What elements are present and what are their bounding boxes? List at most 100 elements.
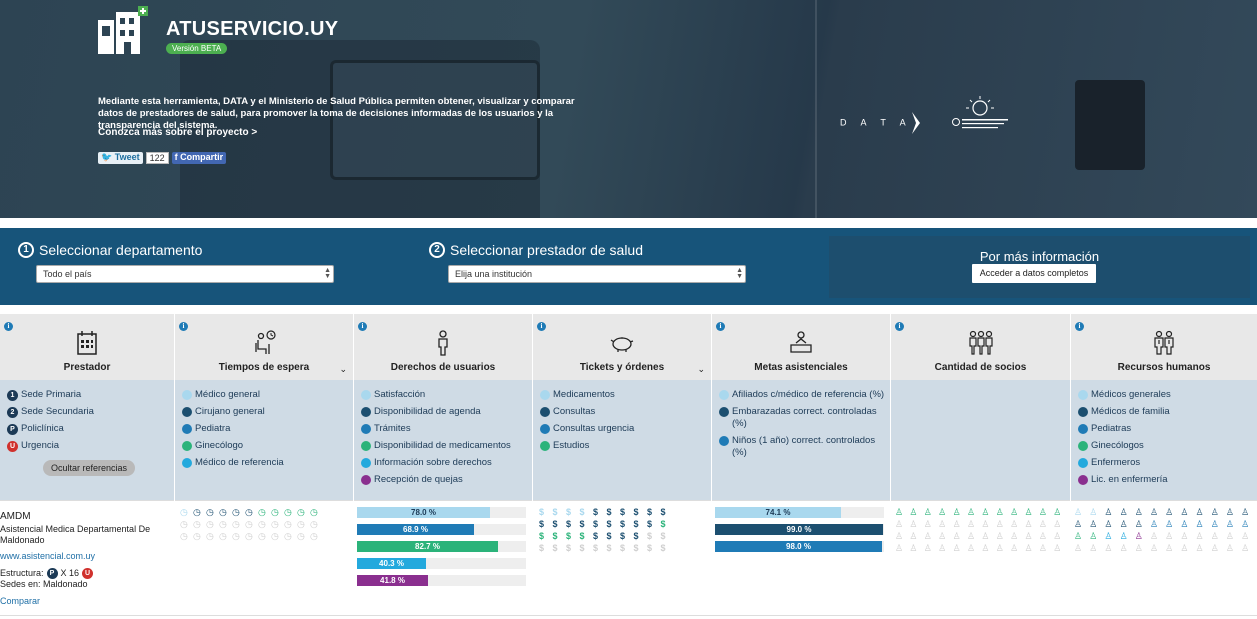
legend-swatch [719, 407, 729, 417]
dollar-glyph: $ [552, 519, 558, 529]
header-label[interactable]: Derechos de usuarios [354, 362, 532, 373]
rrhh-glyph: ♙ [1225, 543, 1234, 553]
dollar-glyph: $ [566, 507, 572, 517]
share-bar: 🐦 Tweet 122 f Compartir [98, 152, 227, 164]
project-link[interactable]: Conozca más sobre el proyecto > [98, 127, 257, 138]
legend-label: Recepción de quejas [374, 474, 463, 485]
info-icon[interactable]: i [716, 322, 725, 331]
bar-afiliados[interactable]: 74.1 % [715, 507, 884, 518]
info-icon[interactable]: i [4, 322, 13, 331]
chevron-down-icon[interactable]: ⌄ [339, 364, 347, 375]
legend-item: Satisfacción [361, 389, 532, 401]
header-label[interactable]: Cantidad de socios [891, 362, 1070, 373]
header-tiempos: i Tiempos de espera ⌄ [175, 314, 353, 380]
header-prestador: i Prestador [0, 314, 174, 380]
legend-item: Médicos generales [1078, 389, 1257, 401]
socios-glyph: ♙ [1038, 543, 1047, 553]
rrhh-glyph: ♙ [1195, 543, 1204, 553]
beta-badge: Versión BETA [166, 43, 228, 54]
clock-glyph: ◷ [219, 507, 227, 517]
rrhh-glyph: ♙ [1074, 531, 1083, 541]
dollar-glyph: $ [647, 519, 653, 529]
dollar-glyph: $ [647, 543, 653, 553]
header-metas: i Metas asistenciales [712, 314, 890, 380]
legend-item: Medicamentos [540, 389, 711, 401]
legend-item: Afiliados c/médico de referencia (%) [719, 389, 890, 401]
header-label[interactable]: Metas asistenciales [712, 362, 890, 373]
bar-value: 99.0 % [786, 525, 812, 534]
socios-glyph: ♙ [895, 519, 904, 529]
info-icon[interactable]: i [537, 322, 546, 331]
access-data-button[interactable]: Acceder a datos completos [972, 264, 1096, 283]
dollar-glyph: $ [633, 531, 639, 541]
info-icon[interactable]: i [179, 322, 188, 331]
legend-item: Disponibilidad de agenda [361, 406, 532, 418]
dollar-glyph: $ [633, 519, 639, 529]
hide-references-button[interactable]: Ocultar referencias [43, 460, 136, 476]
dollar-glyph: $ [606, 507, 612, 517]
legend-item: Ginecólogo [182, 440, 353, 452]
dollar-glyph: $ [660, 507, 666, 517]
legend-label: Sede Secundaria [21, 406, 94, 417]
info-icon[interactable]: i [895, 322, 904, 331]
bar-satisfaccion[interactable]: 78.0 % [357, 507, 526, 518]
facebook-share-button[interactable]: f Compartir [171, 152, 227, 164]
bar-informacion[interactable]: 40.3 % [357, 558, 526, 569]
clock-glyph: ◷ [180, 531, 188, 541]
brand-title[interactable]: ATUSERVICIO.UY [166, 18, 338, 41]
department-select[interactable]: Todo el país ▲ ▼ [36, 265, 334, 283]
bar-embarazadas[interactable]: 99.0 % [715, 524, 884, 535]
info-icon[interactable]: i [1075, 322, 1084, 331]
provider-select[interactable]: Elija una institución ▲ ▼ [448, 265, 746, 283]
clock-glyph: ◷ [297, 531, 305, 541]
legend-metas: Afiliados c/médico de referencia (%) Emb… [712, 380, 890, 500]
provider-locations: Sedes en: Maldonado [0, 579, 88, 589]
rrhh-glyph: ♙ [1134, 531, 1143, 541]
header-label[interactable]: Tickets y órdenes [533, 362, 711, 373]
dollar-glyph: $ [660, 531, 666, 541]
department-select-value: Todo el país [43, 269, 92, 279]
compare-link[interactable]: Comparar [0, 596, 40, 606]
clock-glyph: ◷ [258, 519, 266, 529]
bar-ninos[interactable]: 98.0 % [715, 541, 884, 552]
tweet-button[interactable]: 🐦 Tweet [98, 152, 143, 164]
dollar-glyph: $ [579, 543, 585, 553]
data-logo[interactable]: D A T A [840, 112, 922, 134]
dollar-glyph: $ [539, 519, 545, 529]
header-label[interactable]: Tiempos de espera [175, 362, 353, 373]
clock-glyph: ◷ [219, 519, 227, 529]
bar-agenda[interactable]: 68.9 % [357, 524, 526, 535]
legend-swatch [1078, 390, 1088, 400]
rrhh-glyph: ♙ [1180, 531, 1189, 541]
header-derechos: i Derechos de usuarios [354, 314, 532, 380]
waiting-person-icon [255, 330, 276, 354]
legend-item: Niños (1 año) correct. controlados (%) [719, 435, 890, 459]
rrhh-glyph: ♙ [1104, 531, 1113, 541]
legend-label: Información sobre derechos [374, 457, 492, 468]
bar-quejas[interactable]: 41.8 % [357, 575, 526, 586]
provider-short-name: AMDM [0, 511, 31, 522]
provider-website-link[interactable]: www.asistencial.com.uy [0, 551, 95, 561]
header-label[interactable]: Recursos humanos [1071, 362, 1257, 373]
chevron-down-icon[interactable]: ⌄ [697, 364, 705, 375]
dollar-glyph: $ [593, 543, 599, 553]
socios-glyph: ♙ [952, 507, 961, 517]
socios-glyph: ♙ [1010, 543, 1019, 553]
atuservicio-logo-icon[interactable] [98, 6, 154, 54]
bar-medicamentos[interactable]: 82.7 % [357, 541, 526, 552]
header-label[interactable]: Prestador [0, 362, 174, 373]
clock-glyph: ◷ [219, 531, 227, 541]
msp-logo[interactable] [948, 96, 1012, 134]
legend-swatch [182, 458, 192, 468]
dollar-glyph: $ [593, 531, 599, 541]
clock-glyph: ◷ [206, 519, 214, 529]
selector-band: 1 Seleccionar departamento Todo el país … [0, 228, 1257, 305]
urgencia-icon: U [82, 568, 94, 579]
legend-label: Disponibilidad de agenda [374, 406, 481, 417]
legend-swatch [182, 407, 192, 417]
info-icon[interactable]: i [358, 322, 367, 331]
select-arrows-icon: ▲ ▼ [736, 267, 743, 280]
legend-item: Consultas [540, 406, 711, 418]
info-title: Por más información [979, 249, 1100, 264]
socios-glyph: ♙ [909, 531, 918, 541]
